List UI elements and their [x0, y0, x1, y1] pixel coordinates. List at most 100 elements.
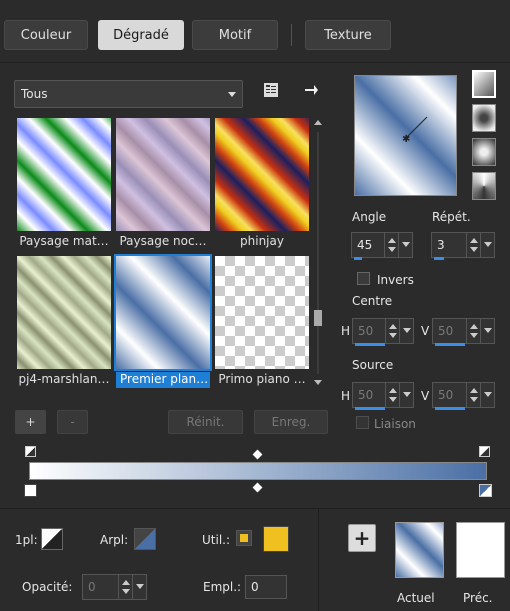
opacity-midpoint-diamond[interactable] [252, 449, 263, 460]
center-v-slider-bar[interactable] [435, 343, 465, 346]
scrollbar-thumb[interactable] [314, 310, 322, 326]
source-v-spinner[interactable]: 50 [432, 382, 495, 410]
preset-caption: Paysage noc… [119, 234, 207, 248]
spin-arrows-icon[interactable] [385, 383, 399, 407]
chevron-down-icon[interactable] [480, 319, 494, 343]
angle-slider-bar[interactable] [354, 257, 362, 260]
repeat-spinner[interactable]: 3 [431, 232, 495, 260]
rectangular-gradient-button[interactable] [472, 104, 496, 132]
scrollbar-track [317, 132, 319, 374]
reset-button[interactable]: Réinit. [168, 410, 243, 434]
current-gradient-swatch[interactable] [395, 522, 444, 578]
background-color-icon[interactable] [134, 528, 156, 550]
source-v-slider-bar[interactable] [435, 407, 465, 410]
location-field[interactable]: 0 [245, 575, 287, 599]
category-value: Tous [21, 87, 48, 101]
remove-preset-button[interactable]: - [57, 410, 88, 434]
center-h-slider-bar[interactable] [355, 343, 385, 346]
source-label: Source [352, 358, 394, 372]
util-label: Util.: [202, 533, 231, 547]
scroll-down-icon[interactable] [314, 380, 322, 385]
previous-label: Préc. [463, 591, 493, 605]
preset-caption: pj4-marshlan… [18, 372, 110, 386]
chevron-down-icon[interactable] [399, 319, 413, 343]
source-h-value: 50 [358, 388, 374, 402]
save-button[interactable]: Enreg. [254, 410, 328, 434]
thumbnail-scrollbar[interactable] [312, 118, 324, 388]
center-v-spinner[interactable]: 50 [432, 318, 495, 346]
center-h-value: 50 [358, 324, 374, 338]
bottom-vertical-divider [318, 508, 319, 611]
tab-texture[interactable]: Texture [305, 20, 391, 50]
invert-label: Invers [377, 273, 414, 287]
current-label: Actuel [397, 591, 435, 605]
link-label: Liaison [374, 417, 416, 431]
util-small-color [240, 534, 248, 542]
add-preset-button[interactable]: + [15, 410, 46, 434]
center-h-spinner[interactable]: 50 [352, 318, 414, 346]
angle-label: Angle [352, 210, 387, 224]
source-h-label: H [341, 389, 351, 403]
color-stop-right[interactable] [479, 484, 492, 497]
source-h-spinner[interactable]: 50 [352, 382, 414, 410]
previous-gradient-swatch[interactable] [456, 522, 505, 578]
foreground-label: 1pl: [15, 533, 38, 547]
chevron-down-icon[interactable] [480, 233, 494, 257]
chevron-down-icon[interactable] [399, 383, 413, 407]
location-label: Empl.: [203, 580, 242, 594]
svg-text:✱: ✱ [402, 134, 410, 145]
repeat-slider-bar[interactable] [434, 257, 444, 260]
spin-arrows-icon[interactable] [118, 575, 132, 599]
list-view-icon[interactable] [263, 82, 279, 98]
source-v-value: 50 [438, 388, 454, 402]
tab-degrade[interactable]: Dégradé [98, 20, 184, 50]
panel-divider [0, 62, 510, 63]
preset-thumbnail-selected[interactable]: Premier plan… [114, 254, 212, 388]
util-color-swatch[interactable] [263, 526, 289, 552]
radial-gradient-button[interactable] [472, 138, 496, 166]
preset-thumbnail[interactable]: phinjay [215, 118, 309, 248]
color-midpoint-diamond[interactable] [252, 482, 263, 493]
opacity-stop-left[interactable] [25, 446, 36, 457]
source-h-slider-bar[interactable] [355, 407, 385, 410]
preset-thumbnail[interactable]: Primo piano … [215, 256, 309, 386]
invert-checkbox[interactable] [357, 272, 370, 285]
tab-motif[interactable]: Motif [192, 20, 278, 50]
preset-caption: phinjay [240, 234, 284, 248]
foreground-color-icon[interactable] [41, 528, 63, 550]
add-gradient-button[interactable]: + [348, 524, 376, 552]
angle-spinner[interactable]: 45 [351, 232, 413, 260]
spin-arrows-icon[interactable] [466, 383, 480, 407]
angular-gradient-button[interactable] [472, 172, 496, 200]
category-dropdown[interactable]: Tous [14, 80, 243, 108]
tab-separator [291, 24, 292, 46]
color-stop-left[interactable] [24, 484, 37, 497]
spin-arrows-icon[interactable] [466, 233, 480, 257]
angle-value: 45 [357, 238, 373, 252]
opacity-stop-right[interactable] [479, 446, 490, 457]
preset-thumbnail[interactable]: pj4-marshlan… [17, 256, 111, 386]
bottom-divider [0, 508, 510, 509]
center-v-label: V [421, 324, 430, 338]
chevron-down-icon[interactable] [132, 575, 146, 599]
spin-arrows-icon[interactable] [384, 233, 398, 257]
link-checkbox[interactable] [356, 416, 369, 429]
tab-couleur[interactable]: Couleur [4, 20, 88, 50]
scroll-up-icon[interactable] [314, 120, 322, 125]
util-small-swatch[interactable] [236, 530, 252, 546]
background-label: Arpl: [100, 533, 129, 547]
chevron-down-icon [228, 92, 236, 97]
spin-arrows-icon[interactable] [385, 319, 399, 343]
gradient-preview[interactable]: ✱ [354, 75, 457, 196]
gradient-bar[interactable] [29, 462, 487, 480]
arrow-right-icon[interactable] [303, 82, 319, 98]
preset-thumbnail[interactable]: Paysage mat… [17, 118, 111, 248]
spin-arrows-icon[interactable] [466, 319, 480, 343]
gradient-editor[interactable] [22, 444, 496, 500]
chevron-down-icon[interactable] [480, 383, 494, 407]
chevron-down-icon[interactable] [398, 233, 412, 257]
preset-thumbnail[interactable]: Paysage noc… [116, 118, 210, 248]
repeat-label: Répét. [432, 210, 471, 224]
linear-gradient-button[interactable] [472, 70, 496, 98]
opacity-spinner[interactable]: 0 [82, 574, 147, 600]
